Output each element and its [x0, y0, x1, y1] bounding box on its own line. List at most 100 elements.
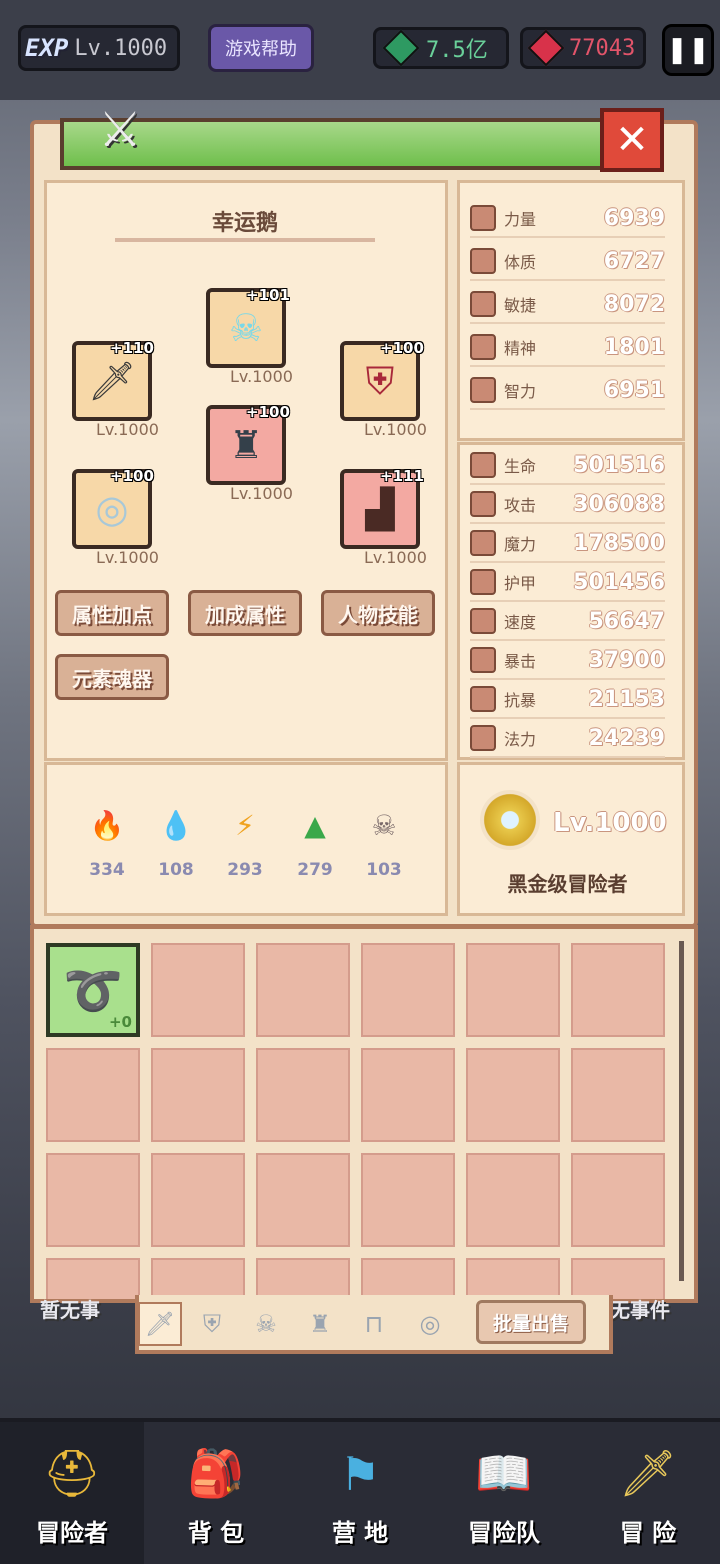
inventory-grid: ➰ +0: [30, 925, 698, 1303]
inventory-slot[interactable]: [571, 943, 665, 1037]
stat-row-speed: 速度 56647: [470, 603, 665, 641]
nav-adventure[interactable]: 🗡 冒 险: [576, 1422, 720, 1564]
name-underline: [115, 238, 375, 242]
exp-badge: EXP: [25, 34, 69, 62]
stat-value: 56647: [588, 608, 665, 634]
green-gem-icon: [382, 29, 420, 67]
inventory-slot[interactable]: [46, 1048, 140, 1142]
tab-accessories[interactable]: ⊓: [354, 1304, 394, 1344]
gold-amount: 7.5亿: [426, 38, 488, 63]
inventory-slot[interactable]: [361, 1048, 455, 1142]
tab-weapons[interactable]: 🗡: [138, 1302, 182, 1346]
ring-enhance: +100: [110, 467, 154, 485]
stat-label: 护甲: [504, 574, 537, 593]
bulk-sell-button[interactable]: 批量出售: [476, 1300, 586, 1344]
inventory-slot[interactable]: [151, 943, 245, 1037]
close-button[interactable]: ✕: [600, 108, 664, 172]
level-display: EXP Lv.1000: [18, 25, 180, 71]
attr-points-button[interactable]: 属性加点: [55, 590, 169, 636]
boots-icon: ▟: [365, 487, 395, 531]
weapon-level: Lv.1000: [96, 420, 159, 439]
inventory-slot[interactable]: [466, 1048, 560, 1142]
inventory-slot[interactable]: [571, 1153, 665, 1247]
dark-value: 103: [366, 860, 402, 880]
helmet-icon: ⛑: [42, 1446, 102, 1500]
inventory-slot[interactable]: [571, 1048, 665, 1142]
stat-row-magic: 魔力 178500: [470, 525, 665, 563]
close-icon: ✕: [615, 117, 649, 163]
ring-icon: ◎: [419, 1310, 441, 1338]
helmet-level: Lv.1000: [230, 367, 293, 386]
stat-label: 力量: [504, 210, 537, 229]
inventory-slot[interactable]: ➰ +0: [46, 943, 140, 1037]
inventory-slot[interactable]: [466, 1153, 560, 1247]
inventory-scrollbar[interactable]: [679, 941, 684, 1281]
tab-helmets[interactable]: ☠: [246, 1304, 286, 1344]
banner-icon: ⚑: [339, 1446, 381, 1501]
star-icon: [470, 334, 496, 360]
inventory-slot[interactable]: [466, 943, 560, 1037]
nav-camp[interactable]: ⚑ 营 地: [288, 1422, 432, 1564]
stat-label: 智力: [504, 382, 537, 401]
armor-level: Lv.1000: [230, 484, 293, 503]
nav-backpack[interactable]: 🎒 背 包: [144, 1422, 288, 1564]
rank-emblem-icon: [480, 790, 540, 850]
shield-level: Lv.1000: [364, 420, 427, 439]
ring-level: Lv.1000: [96, 548, 159, 567]
element-soul-button[interactable]: 元素魂器: [55, 654, 169, 700]
stat-value: 178500: [573, 530, 665, 556]
crossed-swords-icon: ⚔: [98, 102, 142, 158]
inventory-slot[interactable]: [361, 1153, 455, 1247]
inventory-slot[interactable]: [151, 1153, 245, 1247]
inventory-slot[interactable]: [256, 943, 350, 1037]
inventory-slot[interactable]: [46, 1153, 140, 1247]
item-enhance: +0: [108, 1013, 132, 1031]
stat-value: 1801: [603, 334, 665, 360]
sword-icon: [470, 491, 496, 517]
earth-value: 279: [297, 860, 333, 880]
table-icon: ⊓: [364, 1310, 384, 1338]
shield-enhance: +100: [380, 339, 424, 357]
red-gem-icon: [527, 29, 565, 67]
boot-icon: [470, 608, 496, 634]
stat-row-agility: 敏捷 8072: [470, 286, 665, 324]
gem-amount: 77043: [569, 35, 636, 61]
stat-row-mana: 法力 24239: [470, 720, 665, 758]
inventory-slot[interactable]: [151, 1048, 245, 1142]
sword-icon: 🗡: [144, 1310, 176, 1338]
inventory-slot[interactable]: [256, 1153, 350, 1247]
stat-value: 501456: [573, 569, 665, 595]
earth-icon: ▲: [304, 808, 326, 842]
stat-label: 抗暴: [504, 691, 537, 710]
dark-icon: ☠: [371, 808, 397, 842]
nav-team[interactable]: 📖 冒险队: [432, 1422, 576, 1564]
tab-armor[interactable]: ♜: [300, 1304, 340, 1344]
bonus-attr-button[interactable]: 加成属性: [188, 590, 302, 636]
stat-row-constitution: 体质 6727: [470, 243, 665, 281]
game-help-button[interactable]: 游戏帮助: [208, 24, 314, 72]
nav-adventurer[interactable]: ⛑ 冒险者: [0, 1422, 144, 1564]
stat-label: 攻击: [504, 496, 537, 515]
stat-row-strength: 力量 6939: [470, 200, 665, 238]
boots-level: Lv.1000: [364, 548, 427, 567]
helmet-icon: ☠: [255, 1310, 277, 1338]
stat-row-attack: 攻击 306088: [470, 486, 665, 524]
stat-row-hp: 生命 501516: [470, 447, 665, 485]
nav-label: 冒险队: [468, 1518, 540, 1547]
lightning-value: 293: [227, 860, 263, 880]
fire-icon: 🔥: [89, 808, 125, 842]
skills-button[interactable]: 人物技能: [321, 590, 435, 636]
inventory-slot[interactable]: [361, 943, 455, 1037]
stat-value: 37900: [588, 647, 665, 673]
pause-button[interactable]: ❚❚: [662, 24, 714, 76]
dagger-icon: 🗡: [87, 358, 137, 403]
stat-label: 速度: [504, 613, 537, 632]
tab-shields[interactable]: ⛨: [192, 1304, 232, 1344]
shield-icon: ⛨: [365, 358, 395, 403]
hero-name: 幸运鹅: [211, 211, 278, 236]
wand-icon: [470, 530, 496, 556]
inventory-slot[interactable]: [256, 1048, 350, 1142]
star-icon: [470, 725, 496, 751]
tab-rings[interactable]: ◎: [410, 1304, 450, 1344]
stat-value: 8072: [603, 291, 665, 317]
